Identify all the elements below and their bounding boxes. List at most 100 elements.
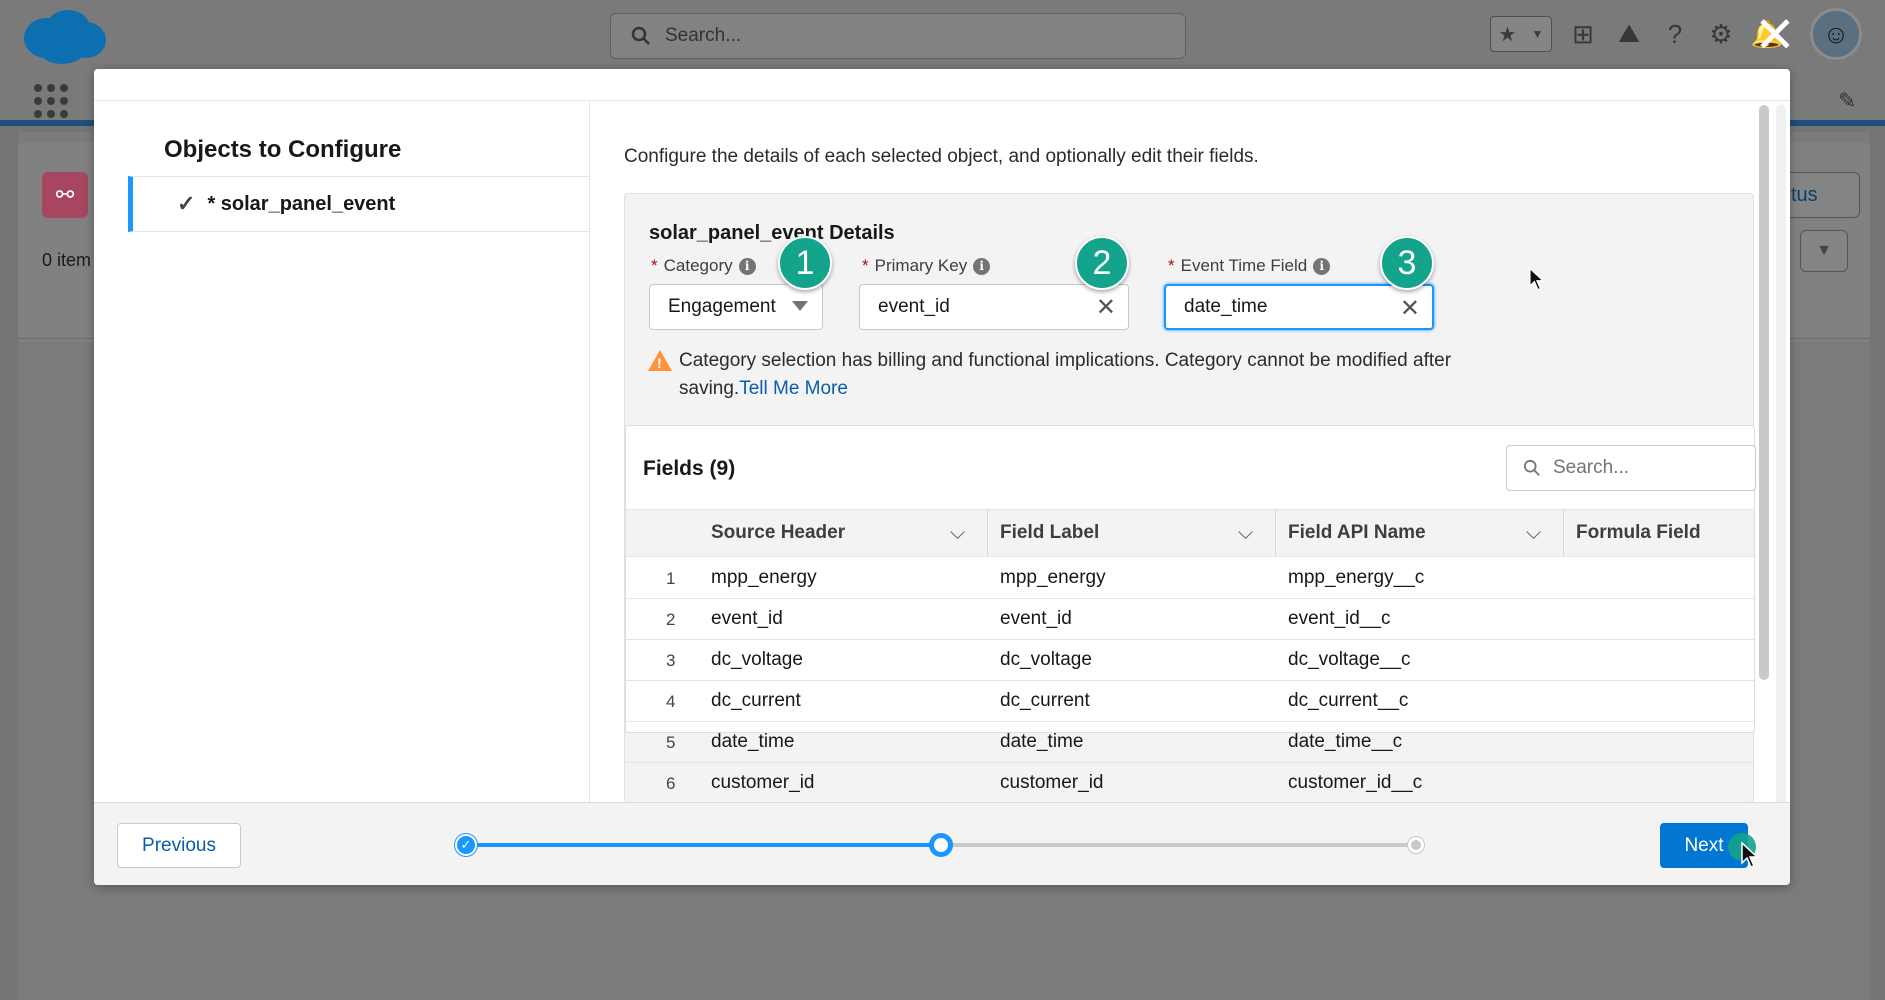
filter-icon[interactable]: ▼ <box>1800 230 1848 272</box>
cell-field-api-name[interactable]: dc_current__c <box>1288 690 1408 712</box>
header-utility-icons: ★ ▼ ⊞ ⛰ ? ⚙ 🔔 <box>1490 16 1783 52</box>
progress-fill <box>465 843 941 847</box>
chevron-down-icon[interactable]: ⌵ <box>1238 522 1253 545</box>
column-field-api-name[interactable]: Field API Name <box>1288 509 1426 557</box>
table-row[interactable]: 2 event_id event_id event_id__c <box>626 599 1754 640</box>
event-time-value: date_time <box>1184 296 1268 317</box>
cell-field-label[interactable]: customer_id <box>1000 772 1104 794</box>
details-title: solar_panel_event Details <box>649 222 895 244</box>
primary-key-label-text: Primary Key <box>874 256 968 275</box>
modal-scrollbar-track[interactable] <box>1776 105 1786 880</box>
search-icon <box>1523 459 1540 476</box>
help-icon[interactable]: ? <box>1660 19 1690 49</box>
cell-field-label[interactable]: event_id <box>1000 608 1072 630</box>
clear-icon[interactable]: ✕ <box>1400 294 1420 323</box>
check-icon: ✓ <box>177 191 196 216</box>
fields-search-input[interactable]: Search... <box>1506 445 1756 491</box>
caret-down-icon <box>792 301 808 311</box>
table-row[interactable]: 3 dc_voltage dc_voltage dc_voltage__c <box>626 640 1754 681</box>
column-divider <box>1275 509 1276 557</box>
items-count: 0 item <box>42 250 92 270</box>
info-icon[interactable]: i <box>1313 257 1331 275</box>
cell-source-header: mpp_energy <box>711 567 817 588</box>
column-formula-field[interactable]: Formula Field <box>1576 509 1701 557</box>
intro-text: Configure the details of each selected o… <box>624 146 1259 167</box>
chevron-down-icon[interactable]: ⌵ <box>1526 522 1541 545</box>
category-value: Engagement <box>668 296 776 317</box>
table-row[interactable]: 4 dc_current dc_current dc_current__c <box>626 681 1754 722</box>
row-number: 5 <box>666 733 676 752</box>
clear-icon[interactable]: ✕ <box>1096 293 1116 322</box>
cell-source-header: dc_current <box>711 690 801 711</box>
event-time-label: * Event Time Field i <box>1168 256 1331 276</box>
cell-source-header: date_time <box>711 731 795 752</box>
table-row[interactable]: 1 mpp_energy mpp_energy mpp_energy__c <box>626 558 1754 599</box>
column-field-label[interactable]: Field Label <box>1000 509 1099 557</box>
table-row[interactable]: 6 customer_id customer_id customer_id__c <box>626 763 1754 804</box>
previous-button[interactable]: Previous <box>117 823 241 868</box>
info-icon[interactable]: i <box>973 257 991 275</box>
progress-step-3[interactable] <box>1408 837 1424 853</box>
cell-field-api-name[interactable]: dc_voltage__c <box>1288 649 1411 671</box>
app-launcher-icon[interactable] <box>34 84 68 118</box>
object-item-solar-panel-event[interactable]: ✓ * solar_panel_event <box>128 176 590 232</box>
step-badge-1: 1 <box>778 236 832 290</box>
global-search-placeholder: Search... <box>665 25 742 46</box>
fields-title: Fields (9) <box>643 457 736 480</box>
avatar[interactable]: ☺ <box>1810 8 1862 60</box>
close-modal-button[interactable]: ✕ <box>1754 10 1796 60</box>
chevron-down-icon[interactable]: ⌵ <box>950 522 965 545</box>
gear-icon[interactable]: ⚙ <box>1706 19 1736 49</box>
progress-step-1-complete[interactable]: ✓ <box>455 834 477 856</box>
cell-field-api-name[interactable]: mpp_energy__c <box>1288 567 1424 589</box>
column-divider <box>987 509 988 557</box>
tell-me-more-link[interactable]: Tell Me More <box>739 378 848 399</box>
column-source-header[interactable]: Source Header <box>711 509 845 557</box>
star-icon: ★ <box>1498 23 1517 46</box>
cell-field-label[interactable]: date_time <box>1000 731 1083 753</box>
step-badge-3: 3 <box>1380 236 1434 290</box>
modal-header <box>94 69 1790 101</box>
favorites-button[interactable]: ★ ▼ <box>1490 16 1552 52</box>
row-number: 6 <box>666 774 676 793</box>
cell-source-header: event_id <box>711 608 783 629</box>
warning-icon-mark: ! <box>657 355 662 371</box>
mouse-cursor-icon <box>1529 267 1545 291</box>
edit-nav-icon[interactable]: ✎ <box>1838 88 1856 114</box>
cell-source-header: customer_id <box>711 772 815 793</box>
modal-scrollbar-thumb[interactable] <box>1759 105 1769 680</box>
global-search-input[interactable]: Search... <box>610 13 1186 59</box>
add-icon[interactable]: ⊞ <box>1568 19 1598 49</box>
fields-search-placeholder: Search... <box>1553 457 1630 478</box>
step-badge-2: 2 <box>1075 236 1129 290</box>
category-label: * Category i <box>651 256 756 276</box>
trailhead-icon[interactable]: ⛰ <box>1614 18 1644 49</box>
category-label-text: Category <box>663 256 733 275</box>
event-time-label-text: Event Time Field <box>1180 256 1308 275</box>
cell-field-api-name[interactable]: event_id__c <box>1288 608 1390 630</box>
required-marker: * <box>1168 256 1175 275</box>
progress-step-2-current[interactable] <box>929 833 953 857</box>
primary-key-label: * Primary Key i <box>862 256 991 276</box>
check-icon: ✓ <box>460 837 472 852</box>
warning-message: Category selection has billing and funct… <box>679 347 1459 403</box>
cell-field-api-name[interactable]: customer_id__c <box>1288 772 1422 794</box>
search-icon <box>631 26 650 45</box>
cell-source-header: dc_voltage <box>711 649 803 670</box>
info-icon[interactable]: i <box>738 257 756 275</box>
row-number: 1 <box>666 569 676 588</box>
category-select[interactable]: Engagement <box>649 284 823 330</box>
cell-field-api-name[interactable]: date_time__c <box>1288 731 1402 753</box>
cell-field-label[interactable]: dc_current <box>1000 690 1090 712</box>
primary-key-input[interactable]: event_id ✕ <box>859 284 1129 330</box>
table-row[interactable]: 5 date_time date_time date_time__c <box>626 722 1754 763</box>
cell-field-label[interactable]: dc_voltage <box>1000 649 1092 671</box>
event-time-input[interactable]: date_time ✕ <box>1164 284 1434 330</box>
salesforce-logo[interactable] <box>20 8 108 66</box>
chevron-down-icon: ▼ <box>1531 27 1544 41</box>
row-number: 3 <box>666 651 676 670</box>
cell-field-label[interactable]: mpp_energy <box>1000 567 1106 589</box>
object-item-label: * solar_panel_event <box>207 192 396 215</box>
column-divider <box>1563 509 1564 557</box>
required-marker: * <box>651 256 658 275</box>
